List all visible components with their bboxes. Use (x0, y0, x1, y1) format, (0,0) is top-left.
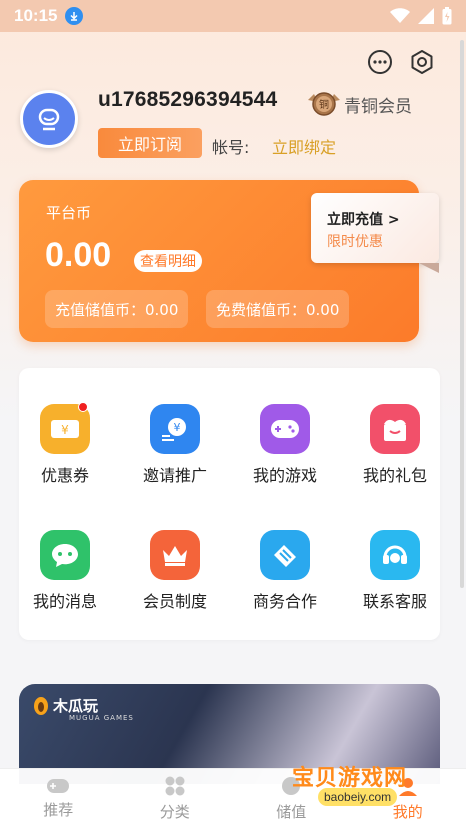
watermark: 宝贝游戏网 baobeiy.com (288, 760, 436, 810)
download-icon (65, 7, 84, 25)
grid-label: 我的消息 (32, 592, 97, 611)
message-button[interactable] (366, 48, 394, 76)
settings-button[interactable] (408, 48, 436, 76)
member-level: 青铜会员 (344, 96, 412, 117)
avatar[interactable] (20, 90, 78, 148)
message-icon (40, 530, 90, 580)
papaya-logo-icon (34, 697, 48, 715)
tab-label: 分类 (159, 803, 190, 821)
grid-label: 我的游戏 (252, 466, 317, 485)
grid-label: 会员制度 (142, 592, 207, 611)
recharge-subtitle: 限时优惠 (327, 234, 383, 250)
user-face-icon (38, 108, 60, 131)
status-time: 10:15 (14, 6, 58, 25)
chat-dots-icon (368, 50, 392, 74)
grid-item-invite[interactable]: ¥ 邀请推广 (120, 404, 230, 486)
bronze-medal-icon: 铜 (308, 92, 340, 116)
subscribe-button[interactable]: 立即订阅 (98, 128, 202, 158)
grid-label: 我的礼包 (362, 466, 427, 485)
gamepad-icon (260, 404, 310, 454)
handshake-icon (260, 530, 310, 580)
feature-grid: ¥ 优惠券 ¥ 邀请推广 我的游戏 我的礼包 我的消息 会员制度 商务合作 联系… (19, 368, 440, 640)
grid-label: 邀请推广 (142, 466, 207, 485)
view-details-button[interactable]: 查看明细 (134, 250, 202, 272)
tab-label: 推荐 (43, 801, 74, 819)
recharge-balance: 充值储值币：0.00 (45, 290, 189, 328)
grid-item-messages[interactable]: 我的消息 (10, 530, 120, 612)
banner-logo: 木瓜玩 (33, 694, 98, 716)
svg-text:¥: ¥ (174, 421, 181, 434)
recharge-now-button[interactable]: 立即充值 > 限时优惠 (311, 193, 439, 263)
account-label: 帐号: (212, 138, 250, 157)
status-bar: 10:15 (0, 0, 466, 32)
username: u17685296394544 (98, 88, 278, 111)
settings-icon (411, 50, 433, 74)
banner-logo-text: 木瓜玩 (53, 696, 99, 715)
ribbon-fold (419, 263, 439, 273)
top-actions (366, 48, 436, 76)
wallet-amount: 0.00 (45, 236, 112, 274)
notification-dot (78, 402, 88, 412)
gift-icon (370, 404, 420, 454)
free-balance: 免费储值币：0.00 (206, 290, 350, 328)
grid-item-membership[interactable]: 会员制度 (120, 530, 230, 612)
grid-label: 商务合作 (252, 592, 317, 611)
watermark-url: baobeiy.com (318, 788, 398, 806)
grid-label: 联系客服 (362, 592, 427, 611)
banner-logo-sub: MUGUA GAMES (69, 714, 134, 722)
member-badge[interactable]: 铜 青铜会员 (306, 90, 412, 118)
grid-item-coupon[interactable]: ¥ 优惠券 (10, 402, 120, 486)
tab-category[interactable]: 分类 (117, 769, 234, 828)
tab-recommend[interactable]: 推荐 (0, 769, 117, 828)
svg-text:¥: ¥ (61, 423, 69, 437)
svg-text:铜: 铜 (319, 99, 329, 111)
grid-item-support[interactable]: 联系客服 (340, 530, 450, 612)
bind-account-link[interactable]: 立即绑定 (272, 134, 336, 158)
grid-item-business[interactable]: 商务合作 (230, 530, 340, 612)
scrollbar[interactable] (460, 40, 464, 588)
recharge-title: 立即充值 > (327, 212, 400, 228)
gamepad-tab-icon (47, 779, 70, 793)
grid-item-my-games[interactable]: 我的游戏 (230, 404, 340, 486)
category-icon (165, 776, 185, 796)
grid-item-my-gifts[interactable]: 我的礼包 (340, 404, 450, 486)
grid-label: 优惠券 (40, 466, 89, 485)
wifi-icon (390, 8, 410, 23)
coupon-icon: ¥ (40, 402, 90, 454)
wallet-title: 平台币 (46, 204, 92, 222)
headset-icon (370, 530, 420, 580)
signal-icon (418, 8, 434, 24)
crown-icon (150, 530, 200, 580)
invite-icon: ¥ (150, 404, 200, 454)
battery-icon (442, 7, 452, 25)
